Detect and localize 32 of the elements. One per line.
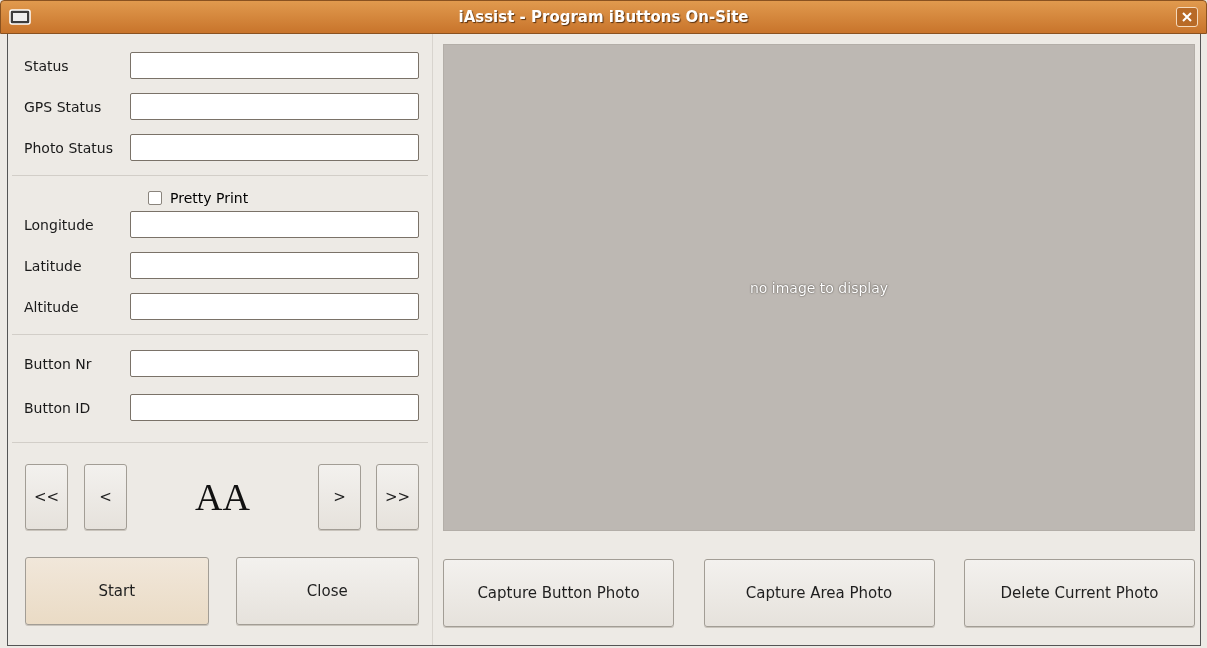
photo-button[interactable]: Delete Current Photo [964, 559, 1195, 627]
nav-button[interactable]: >> [376, 464, 419, 530]
field-label: Longitude [24, 216, 95, 233]
field-label: Altitude [24, 298, 80, 315]
field-label: Button ID [24, 399, 92, 416]
close-button[interactable]: Close [235, 557, 419, 625]
checkbox-label: Pretty Print [170, 190, 249, 206]
start-button[interactable]: Start [25, 557, 209, 625]
window-icon [9, 9, 31, 25]
input-field[interactable] [130, 52, 419, 79]
input-field[interactable] [130, 293, 419, 320]
input-field[interactable] [130, 394, 419, 421]
input-field[interactable] [130, 252, 419, 279]
nav-button[interactable]: > [318, 464, 361, 530]
display-text: AA [194, 475, 251, 519]
field-label: Photo Status [24, 139, 114, 156]
empty-message: no image to display [749, 279, 889, 296]
window-title: iAssist - Program iButtons On-Site [457, 8, 750, 26]
input-field[interactable] [130, 350, 419, 377]
input-field[interactable] [130, 93, 419, 120]
input-field[interactable] [130, 211, 419, 238]
field-label: Button Nr [24, 355, 93, 372]
photo-button[interactable]: Capture Button Photo [443, 559, 674, 627]
input-field[interactable] [130, 134, 419, 161]
field-label: Status [24, 57, 70, 74]
field-label: GPS Status [24, 98, 103, 115]
nav-button[interactable]: < [84, 464, 127, 530]
checkbox[interactable] [148, 191, 162, 205]
photo-button[interactable]: Capture Area Photo [703, 559, 935, 627]
field-label: Latitude [24, 257, 83, 274]
nav-button[interactable]: << [25, 464, 68, 530]
close-icon[interactable] [1176, 7, 1198, 27]
